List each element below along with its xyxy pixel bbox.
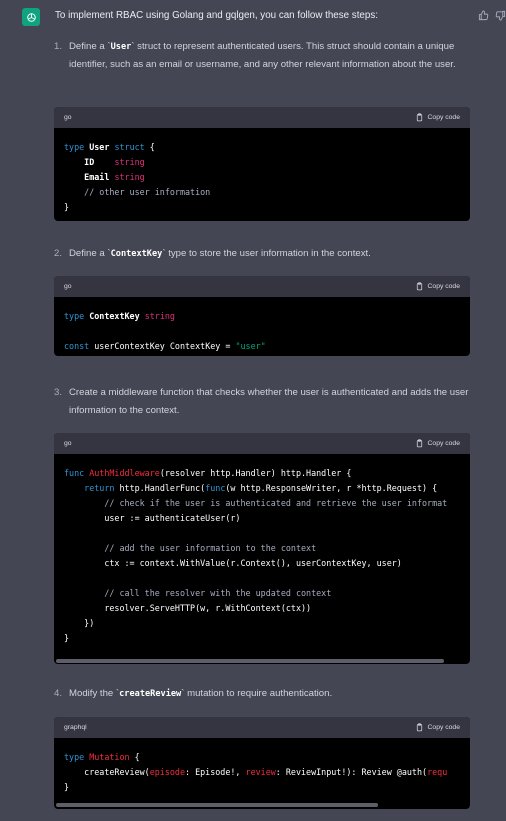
step-1: 1. Define a `User` struct to represent a… (54, 38, 479, 74)
step-number: 4. (54, 688, 63, 699)
inline-code: ContextKey (110, 249, 163, 259)
horizontal-scrollbar[interactable] (56, 659, 444, 663)
step-4: 4. Modify the `createReview` mutation to… (54, 685, 479, 703)
code-line: return http.HandlerFunc(func(w http.Resp… (84, 483, 438, 493)
code-line: ctx := context.WithValue(r.Context(), us… (64, 558, 402, 568)
code-line: const userContextKey ContextKey = "user" (64, 341, 266, 351)
code-block-context-key: go Copy code type ContextKey string cons… (54, 276, 470, 356)
step-text: Modify the `createReview` mutation to re… (69, 688, 333, 699)
code-line: type ContextKey string (64, 311, 175, 321)
code-block-user-struct: go Copy code type User struct { ID strin… (54, 107, 470, 221)
clipboard-icon (416, 439, 422, 448)
code-line: ID string (84, 157, 145, 167)
code-content[interactable]: type User struct { ID string Email strin… (54, 128, 470, 215)
thumbs-down-icon[interactable] (495, 10, 506, 21)
code-line: type Mutation { (64, 752, 140, 762)
copy-code-button[interactable]: Copy code (415, 282, 460, 291)
intro-text: To implement RBAC using Golang and gqlge… (55, 10, 378, 21)
openai-logo-icon (26, 12, 36, 22)
step-number: 3. (54, 387, 63, 398)
code-line: Email string (84, 172, 145, 182)
copy-code-button[interactable]: Copy code (415, 113, 460, 122)
code-line: } (64, 782, 70, 792)
horizontal-scrollbar[interactable] (56, 803, 378, 807)
clipboard-icon (416, 723, 422, 732)
step-3: 3. Create a middleware function that che… (54, 384, 479, 420)
inline-code: createReview (119, 689, 182, 699)
code-line: createReview(episode: Episode!, review: … (64, 767, 448, 777)
thumbs-up-icon[interactable] (478, 10, 489, 21)
clipboard-icon (416, 282, 422, 291)
step-text: Define a `ContextKey` type to store the … (69, 248, 371, 259)
code-content[interactable]: type ContextKey string const userContext… (54, 297, 470, 354)
code-line: // check if the user is authenticated an… (104, 498, 448, 508)
inline-code: User (110, 42, 132, 52)
step-number: 1. (54, 41, 63, 52)
code-line: type User struct { (64, 142, 155, 152)
code-header: go Copy code (54, 107, 470, 128)
step-text: Define a `User` struct to represent auth… (69, 41, 456, 70)
code-line: // other user information (84, 187, 211, 197)
code-line: }) (64, 618, 95, 628)
copy-code-button[interactable]: Copy code (415, 723, 460, 732)
code-content[interactable]: type Mutation { createReview(episode: Ep… (54, 738, 470, 795)
code-block-graphql-mutation: graphql Copy code type Mutation { create… (54, 717, 470, 809)
code-header: graphql Copy code (54, 717, 470, 738)
code-language-label: graphql (64, 724, 87, 731)
code-block-auth-middleware: go Copy code func AuthMiddleware(resolve… (54, 433, 470, 664)
code-header: go Copy code (54, 433, 470, 454)
code-language-label: go (64, 283, 72, 290)
feedback-actions (478, 10, 506, 21)
code-line: } (64, 202, 70, 212)
code-content[interactable]: func AuthMiddleware(resolver http.Handle… (54, 454, 470, 646)
assistant-avatar (22, 8, 40, 26)
copy-code-button[interactable]: Copy code (415, 439, 460, 448)
step-text: Create a middleware function that checks… (69, 387, 469, 416)
code-line: // add the user information to the conte… (104, 543, 317, 553)
code-header: go Copy code (54, 276, 470, 297)
code-line: } (64, 633, 70, 643)
step-number: 2. (54, 248, 63, 259)
step-2: 2. Define a `ContextKey` type to store t… (54, 245, 479, 263)
code-line: user := authenticateUser(r) (64, 513, 241, 523)
clipboard-icon (416, 113, 422, 122)
code-language-label: go (64, 440, 72, 447)
code-language-label: go (64, 114, 72, 121)
code-line: resolver.ServeHTTP(w, r.WithContext(ctx)… (64, 603, 312, 613)
code-line: // call the resolver with the updated co… (104, 588, 332, 598)
code-line: func AuthMiddleware(resolver http.Handle… (64, 468, 352, 478)
